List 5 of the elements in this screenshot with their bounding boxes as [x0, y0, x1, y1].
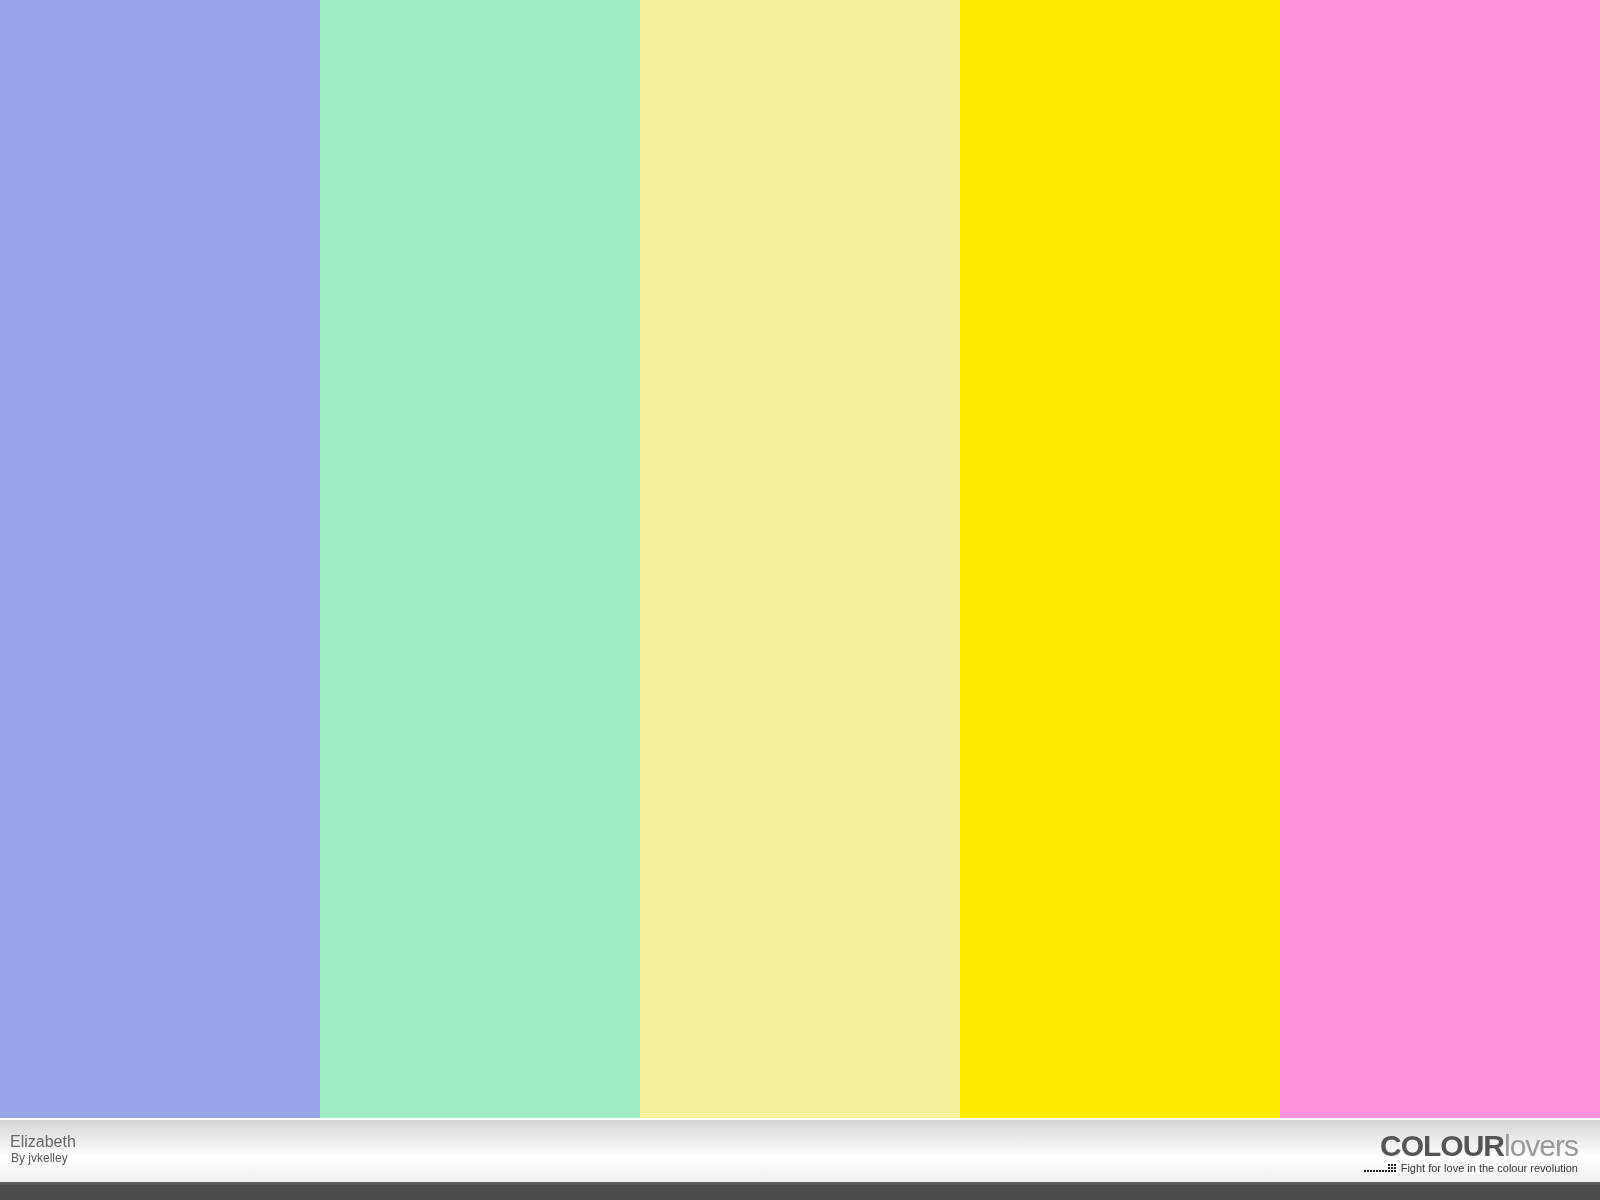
tagline-text: Fight for love in the colour revolution: [1400, 1162, 1578, 1174]
brand-logo: COLOURlovers: [1379, 1131, 1578, 1161]
dotted-leader-icon: [1363, 1164, 1398, 1172]
palette-title: Elizabeth: [10, 1133, 76, 1151]
author-text: By jvkelley: [11, 1151, 69, 1165]
